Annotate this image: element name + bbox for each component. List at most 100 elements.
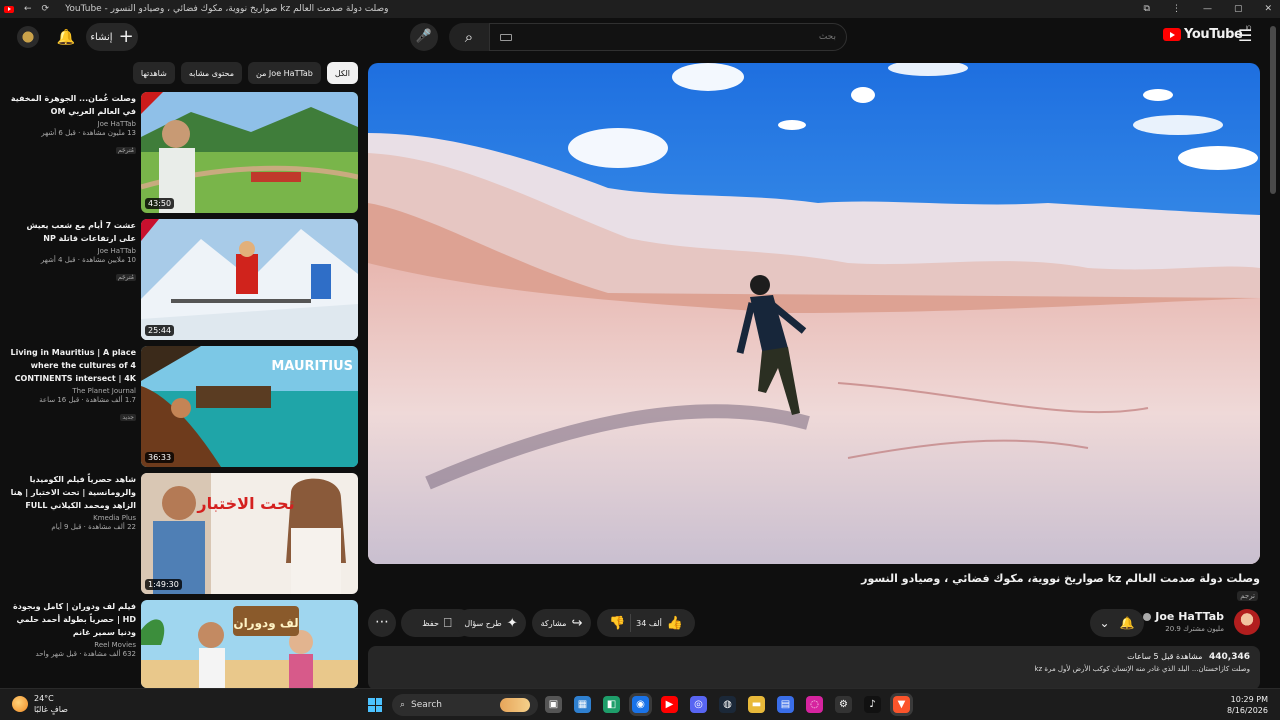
- windows-start-icon[interactable]: [368, 698, 382, 712]
- keyboard-icon[interactable]: [500, 33, 512, 41]
- video-thumbnail[interactable]: MAURITIUS 36:33: [141, 346, 358, 467]
- recommendation-item[interactable]: تحت الاختبار 1:49:30 شاهد حصرياً فيلم ال…: [10, 473, 358, 594]
- task-view-icon[interactable]: ▣: [545, 696, 562, 713]
- view-meta: 1.7 ألف مشاهدة · قبل 16 ساعة: [39, 396, 136, 404]
- verified-icon: [1143, 613, 1152, 621]
- app-icon[interactable]: ◧: [603, 696, 620, 713]
- video-info: شاهد حصرياً فيلم الكوميديا والرومانسية |…: [10, 473, 136, 531]
- video-title: فيلم لف ودوران | كامل وبجودة HD | حصرياً…: [13, 602, 136, 637]
- masthead: 🔔 إنشاء + 🎤 ⌕ YouTube IQ ☰: [0, 18, 1280, 56]
- tiktok-icon[interactable]: ♪: [864, 696, 881, 713]
- search-button[interactable]: ⌕: [449, 23, 489, 51]
- notifications-bell-icon[interactable]: 🔔: [56, 27, 76, 47]
- back-arrow-icon[interactable]: ←: [24, 4, 32, 14]
- search-input[interactable]: [520, 32, 836, 42]
- like-icon[interactable]: 👍: [667, 616, 683, 631]
- extensions-icon[interactable]: ⧉: [1144, 4, 1150, 14]
- channel-name: The Planet Journal: [72, 387, 136, 395]
- youtube-icon[interactable]: ▶: [661, 696, 678, 713]
- weather-widget[interactable]: 24°C صافٍ غالبًا: [12, 693, 68, 715]
- file-explorer-icon[interactable]: ▬: [748, 696, 765, 713]
- video-duration: 1:49:30: [145, 579, 182, 590]
- plus-icon: +: [118, 26, 134, 47]
- channel-name[interactable]: Joe HaTTab: [1140, 610, 1224, 623]
- video-thumbnail[interactable]: لف ودوران: [141, 600, 358, 688]
- badge: مُترجَم: [115, 274, 136, 281]
- share-button[interactable]: مشاركة ↪: [532, 609, 591, 637]
- search-highlight-icon: [500, 698, 530, 712]
- like-dislike-group: 👎 34 ألف 👍: [597, 609, 695, 637]
- recommendation-item[interactable]: MAURITIUS 36:33 Living in Mauritius | A …: [10, 346, 358, 467]
- chip[interactable]: شاهدتها: [132, 62, 175, 84]
- create-button[interactable]: إنشاء +: [86, 23, 138, 51]
- view-count: 440,346: [1209, 652, 1250, 662]
- channel-name: Joe HaTTab: [97, 247, 136, 255]
- video-info: Living in Mauritius | A place where the …: [10, 346, 136, 423]
- video-info: وصلت عُمان... الجوهرة المخفية في العالم …: [10, 92, 136, 156]
- temperature: 24°C: [34, 694, 54, 703]
- translate-tag: ترجم: [1237, 591, 1258, 601]
- discord-icon[interactable]: ◎: [690, 696, 707, 713]
- system-clock[interactable]: 10:29 PM 8/16/2026: [1227, 694, 1268, 716]
- minimize-button[interactable]: —: [1203, 4, 1212, 14]
- steam-icon[interactable]: ◍: [719, 696, 736, 713]
- bell-icon: 🔔: [1119, 616, 1135, 630]
- reload-icon[interactable]: ⟳: [42, 4, 50, 14]
- view-meta: 10 ملايين مشاهدة · قبل 4 أشهر: [40, 256, 136, 264]
- views-suffix: مشاهدة: [1175, 652, 1203, 661]
- video-thumbnail[interactable]: 25:44: [141, 219, 358, 340]
- taskbar: 24°C صافٍ غالبًا ⌕ Search ▣ ▦ ◧ ◉ ▶ ◎ ◍ …: [0, 688, 1280, 720]
- share-arrow-icon: ↪: [571, 615, 583, 631]
- chip-label: من Joe HaTTab: [256, 68, 313, 78]
- video-thumbnail[interactable]: 43:50: [141, 92, 358, 213]
- view-meta: 440,346 مشاهدة قبل 5 ساعات: [378, 652, 1250, 662]
- video-duration: 43:50: [145, 198, 175, 209]
- instagram-icon[interactable]: ◌: [806, 696, 823, 713]
- account-avatar[interactable]: [17, 26, 39, 48]
- store-icon[interactable]: ▦: [574, 696, 591, 713]
- thumbnail-text: لف ودوران: [233, 616, 298, 631]
- view-meta: 632 ألف مشاهدة · قبل شهر واحد: [35, 650, 136, 658]
- badge: جديد: [120, 414, 136, 421]
- browser-menu-icon[interactable]: ⋮: [1172, 4, 1181, 14]
- chip[interactable]: محتوى مشابه: [180, 62, 243, 84]
- recommendation-item[interactable]: 43:50 وصلت عُمان... الجوهرة المخفية في ا…: [10, 92, 358, 213]
- taskbar-search[interactable]: ⌕ Search: [392, 694, 538, 716]
- chip[interactable]: من Joe HaTTab: [248, 62, 321, 84]
- maximize-button[interactable]: ▢: [1234, 4, 1243, 14]
- youtube-play-logo-icon: [1163, 28, 1181, 41]
- search-icon: ⌕: [464, 28, 474, 46]
- more-actions-button[interactable]: ⋯: [368, 609, 396, 637]
- recommendation-item[interactable]: 25:44 عشت 7 أيام مع شعب يعيش على ارتفاعا…: [10, 219, 358, 340]
- brave-icon[interactable]: ▼: [893, 696, 910, 713]
- guide-menu-icon[interactable]: ☰: [1238, 28, 1252, 44]
- video-thumbnail[interactable]: تحت الاختبار 1:49:30: [141, 473, 358, 594]
- video-title: وصلت عُمان... الجوهرة المخفية في العالم …: [10, 94, 136, 116]
- dislike-icon[interactable]: 👎: [609, 616, 625, 631]
- thumbnail-text: MAURITIUS: [271, 359, 353, 374]
- description-box[interactable]: 440,346 مشاهدة قبل 5 ساعات وصلت كازاخستا…: [368, 646, 1260, 690]
- like-count[interactable]: 34 ألف: [636, 619, 662, 628]
- channel-name-text: Joe HaTTab: [1155, 610, 1224, 623]
- like-divider: [630, 614, 632, 632]
- app-icon[interactable]: ▤: [777, 696, 794, 713]
- chip[interactable]: الكل: [326, 62, 358, 84]
- page-scrollbar[interactable]: [1270, 26, 1276, 194]
- video-player[interactable]: [368, 63, 1260, 564]
- time: 10:29 PM: [1230, 695, 1268, 704]
- chrome-icon[interactable]: ◉: [632, 696, 649, 713]
- subscribed-bell-button[interactable]: ⌄ 🔔: [1090, 609, 1144, 637]
- create-label: إنشاء: [90, 31, 113, 43]
- search-box[interactable]: [489, 23, 847, 51]
- weather-sun-icon: [12, 696, 28, 712]
- ask-button[interactable]: طرح سؤال ✦: [456, 609, 526, 637]
- recommendation-item[interactable]: لف ودوران فيلم لف ودوران | كامل وبجودة H…: [10, 600, 358, 688]
- channel-avatar[interactable]: [1234, 609, 1260, 635]
- video-title: عشت 7 أيام مع شعب يعيش على ارتفاعات قاتل…: [26, 221, 136, 243]
- tab-title: YouTube - صواريخ نووية، مكوك فضائي ، وصي…: [65, 4, 389, 14]
- settings-icon[interactable]: ⚙: [835, 696, 852, 713]
- close-button[interactable]: ✕: [1264, 4, 1272, 14]
- bookmark-icon: ⎕: [443, 615, 452, 631]
- brand-name: YouTube: [1184, 27, 1243, 42]
- voice-search-mic-icon[interactable]: 🎤: [410, 23, 438, 51]
